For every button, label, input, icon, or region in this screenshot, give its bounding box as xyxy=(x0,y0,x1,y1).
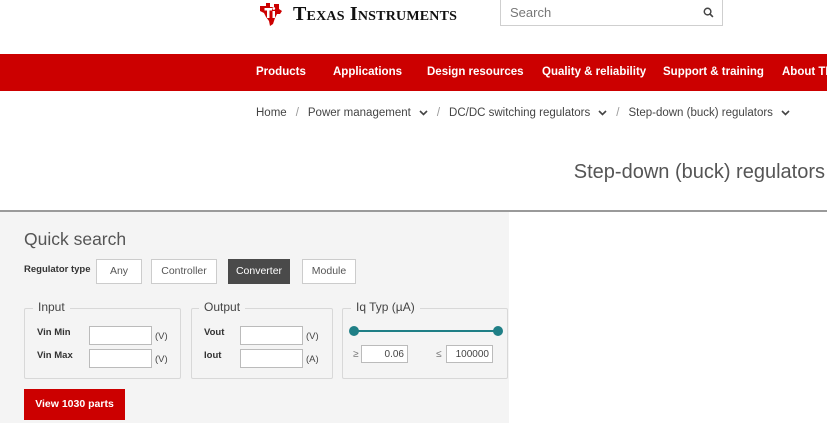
breadcrumb-home[interactable]: Home xyxy=(256,107,287,119)
nav-products[interactable]: Products xyxy=(256,54,306,91)
vin-max-unit: (V) xyxy=(155,354,168,365)
input-legend: Input xyxy=(33,300,70,314)
iq-slider-min-handle[interactable] xyxy=(349,326,359,336)
greater-equal-symbol: ≥ xyxy=(353,349,359,360)
brand-name: Texas Instruments xyxy=(293,2,458,25)
main-nav: Products Applications Design resources Q… xyxy=(0,54,827,91)
regulator-type-module-button[interactable]: Module xyxy=(302,259,356,284)
vout-field[interactable] xyxy=(240,326,303,345)
less-equal-symbol: ≤ xyxy=(436,349,442,360)
breadcrumb-label: DC/DC switching regulators xyxy=(449,107,591,119)
iq-slider-max-handle[interactable] xyxy=(493,326,503,336)
regulator-type-controller-button[interactable]: Controller xyxy=(151,259,217,284)
vout-unit: (V) xyxy=(306,331,319,342)
vout-label: Vout xyxy=(204,327,225,338)
output-fieldset: Output Vout (V) Iout (A) xyxy=(191,300,333,379)
search-input[interactable] xyxy=(501,0,694,25)
iq-fieldset: Iq Typ (µA) ≥ ≤ xyxy=(342,300,508,379)
vin-max-label: Vin Max xyxy=(37,350,73,361)
site-header: Texas Instruments xyxy=(0,0,827,54)
breadcrumb-dcdc[interactable]: DC/DC switching regulators xyxy=(449,107,607,119)
search-box xyxy=(500,0,723,26)
breadcrumb-label: Home xyxy=(256,107,287,119)
nav-quality-reliability[interactable]: Quality & reliability xyxy=(542,54,646,91)
iout-field[interactable] xyxy=(240,349,303,368)
breadcrumb: Home / Power management / DC/DC switchin… xyxy=(256,105,790,121)
input-fieldset: Input Vin Min (V) Vin Max (V) xyxy=(24,300,181,379)
regulator-type-any-button[interactable]: Any xyxy=(96,259,142,284)
iq-min-field[interactable] xyxy=(361,345,408,363)
iq-max-field[interactable] xyxy=(446,345,493,363)
regulator-type-label: Regulator type xyxy=(24,264,91,275)
page-title: Step-down (buck) regulators xyxy=(573,161,825,183)
chevron-down-icon[interactable] xyxy=(419,110,428,116)
vin-max-field[interactable] xyxy=(89,349,152,368)
iq-slider-track[interactable] xyxy=(353,330,498,332)
output-legend: Output xyxy=(199,300,246,314)
nav-about-ti[interactable]: About TI xyxy=(782,54,827,91)
breadcrumb-label: Power management xyxy=(307,107,411,119)
view-parts-button[interactable]: View 1030 parts xyxy=(24,389,125,420)
nav-support-training[interactable]: Support & training xyxy=(663,54,764,91)
breadcrumb-power-management[interactable]: Power management xyxy=(308,107,428,119)
iq-legend: Iq Typ (µA) xyxy=(351,300,420,314)
nav-applications[interactable]: Applications xyxy=(333,54,402,91)
search-button[interactable] xyxy=(694,1,722,25)
quick-search-title: Quick search xyxy=(24,229,127,249)
ti-logo[interactable]: Texas Instruments xyxy=(257,0,457,28)
vin-min-label: Vin Min xyxy=(37,327,71,338)
breadcrumb-separator: / xyxy=(295,107,299,119)
iout-label: Iout xyxy=(204,350,222,361)
breadcrumb-step-down[interactable]: Step-down (buck) regulators xyxy=(628,107,790,119)
iout-unit: (A) xyxy=(306,354,319,365)
search-icon xyxy=(703,7,713,18)
regulator-type-converter-button[interactable]: Converter xyxy=(228,259,290,284)
breadcrumb-separator: / xyxy=(616,107,620,119)
quick-search-panel: Quick search Regulator type Any Controll… xyxy=(0,212,509,423)
chevron-down-icon[interactable] xyxy=(598,110,607,116)
vin-min-field[interactable] xyxy=(89,326,152,345)
chevron-down-icon[interactable] xyxy=(781,110,790,116)
breadcrumb-separator: / xyxy=(436,107,441,119)
vin-min-unit: (V) xyxy=(155,331,168,342)
nav-design-resources[interactable]: Design resources xyxy=(427,54,524,91)
ti-logo-icon xyxy=(260,3,282,26)
breadcrumb-label: Step-down (buck) regulators xyxy=(628,107,773,119)
